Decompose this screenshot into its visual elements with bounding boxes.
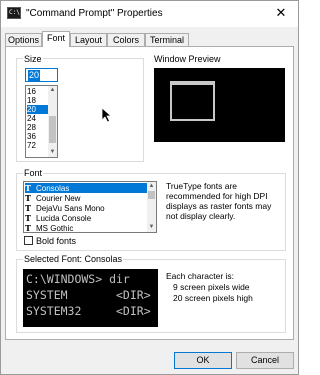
- char-width-text: 9 screen pixels wide: [173, 282, 250, 292]
- font-item-label: MS Gothic: [36, 224, 74, 233]
- window-preview: [154, 68, 285, 142]
- truetype-icon: T: [25, 193, 31, 203]
- sample-line: SYSTEM <DIR>: [26, 288, 151, 302]
- font-sample-preview: C:\WINDOWS> dir SYSTEM <DIR> SYSTEM32 <D…: [23, 269, 158, 327]
- size-scrollbar[interactable]: ▲ ▼: [48, 86, 57, 157]
- size-item-28[interactable]: 28: [27, 123, 49, 132]
- tab-options[interactable]: Options: [5, 33, 42, 46]
- size-item-18[interactable]: 18: [27, 96, 49, 105]
- size-input-value: 20: [28, 70, 41, 81]
- window-title: "Command Prompt" Properties: [26, 8, 163, 19]
- size-input[interactable]: 20: [25, 68, 58, 82]
- font-item-courier-new[interactable]: T Courier New: [25, 193, 147, 203]
- font-list[interactable]: T Consolas T Courier New T DejaVu Sans Mono…: [23, 181, 157, 233]
- scroll-up-icon[interactable]: ▲: [147, 182, 156, 191]
- scroll-up-icon[interactable]: ▲: [48, 86, 57, 95]
- close-icon: ✕: [275, 5, 287, 20]
- character-size-info: Each character is: 9 screen pixels wide …: [166, 271, 253, 304]
- size-item-20[interactable]: 20: [27, 105, 49, 114]
- char-info-title: Each character is:: [166, 271, 235, 281]
- font-item-label: Lucida Console: [36, 214, 92, 223]
- mouse-cursor-icon: [101, 107, 113, 123]
- sample-line: SYSTEM32 <DIR>: [26, 304, 151, 318]
- close-button[interactable]: ✕: [264, 1, 298, 25]
- font-item-label: Consolas: [36, 184, 70, 193]
- app-icon-text: C:\: [9, 9, 20, 16]
- font-scrollbar[interactable]: ▲ ▼: [147, 182, 156, 232]
- font-item-ms-gothic[interactable]: T MS Gothic: [25, 223, 147, 233]
- tab-font[interactable]: Font: [42, 31, 70, 47]
- bold-fonts-checkbox[interactable]: [24, 236, 33, 245]
- tab-strip: Options Font Layout Colors Terminal: [5, 31, 295, 47]
- ok-button[interactable]: OK: [174, 352, 232, 369]
- cancel-button[interactable]: Cancel: [236, 352, 294, 369]
- size-item-36[interactable]: 36: [27, 132, 49, 141]
- font-scroll-thumb[interactable]: [148, 191, 155, 199]
- truetype-icon: T: [25, 203, 31, 213]
- font-label: Font: [23, 168, 44, 178]
- truetype-icon: T: [25, 213, 31, 223]
- size-item-24[interactable]: 24: [27, 114, 49, 123]
- font-item-consolas[interactable]: T Consolas: [25, 183, 147, 193]
- size-item-16[interactable]: 16: [27, 87, 49, 96]
- font-item-lucida-console[interactable]: T Lucida Console: [25, 213, 147, 223]
- font-item-dejavu-sans-mono[interactable]: T DejaVu Sans Mono: [25, 203, 147, 213]
- size-list[interactable]: 16 18 20 24 28 36 72 ▲ ▼: [25, 85, 58, 158]
- truetype-icon: T: [25, 183, 31, 193]
- sample-line: C:\WINDOWS> dir: [26, 272, 130, 286]
- size-scroll-thumb[interactable]: [49, 116, 56, 143]
- truetype-icon: T: [25, 223, 31, 233]
- char-height-text: 20 screen pixels high: [173, 293, 253, 303]
- size-item-72[interactable]: 72: [27, 141, 49, 150]
- properties-dialog: C:\ "Command Prompt" Properties ✕ Option…: [0, 0, 299, 375]
- tab-terminal[interactable]: Terminal: [145, 33, 189, 46]
- size-label: Size: [23, 54, 43, 64]
- title-bar[interactable]: C:\ "Command Prompt" Properties ✕: [1, 1, 298, 27]
- font-item-label: DejaVu Sans Mono: [36, 204, 105, 213]
- preview-window-outline: [170, 81, 215, 121]
- tab-layout[interactable]: Layout: [70, 33, 107, 46]
- bold-fonts-label[interactable]: Bold fonts: [36, 236, 76, 246]
- scroll-down-icon[interactable]: ▼: [48, 148, 57, 157]
- font-item-label: Courier New: [36, 194, 81, 203]
- truetype-note: TrueType fonts are recommended for high …: [166, 181, 272, 221]
- tab-colors[interactable]: Colors: [107, 33, 145, 46]
- selected-font-label: Selected Font: Consolas: [23, 254, 124, 264]
- command-prompt-icon: C:\: [7, 7, 21, 19]
- scroll-down-icon[interactable]: ▼: [147, 223, 156, 232]
- window-preview-label: Window Preview: [154, 54, 221, 64]
